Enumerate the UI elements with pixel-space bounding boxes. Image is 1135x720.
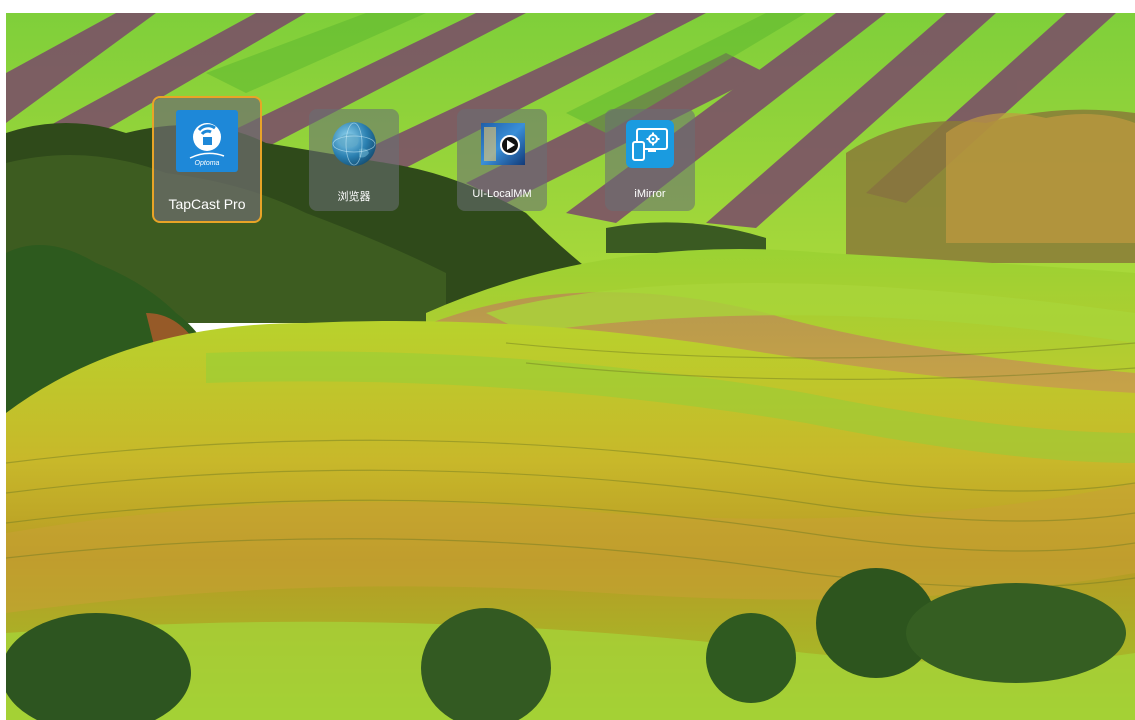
tapcast-pro-icon: Optoma [176, 110, 238, 172]
app-tile-browser[interactable]: 浏览器 [309, 109, 399, 211]
app-tile-imirror[interactable]: iMirror [605, 109, 695, 211]
app-label-ui-localmm: UI-LocalMM [472, 188, 532, 200]
launcher-screen: Optoma TapCast Pro 浏览器 UI-LocalMM iMirro… [6, 13, 1135, 720]
app-label-browser: 浏览器 [337, 191, 371, 203]
app-tile-ui-localmm[interactable]: UI-LocalMM [457, 109, 547, 211]
screen-mirror-icon [626, 120, 674, 168]
app-label-imirror: iMirror [634, 188, 666, 200]
globe-browser-icon [332, 122, 376, 166]
app-tile-tapcast-pro[interactable]: Optoma TapCast Pro [152, 96, 262, 223]
media-player-icon [481, 123, 525, 165]
optoma-brand-mark: Optoma [195, 160, 220, 167]
app-label-tapcast-pro: TapCast Pro [168, 196, 246, 212]
